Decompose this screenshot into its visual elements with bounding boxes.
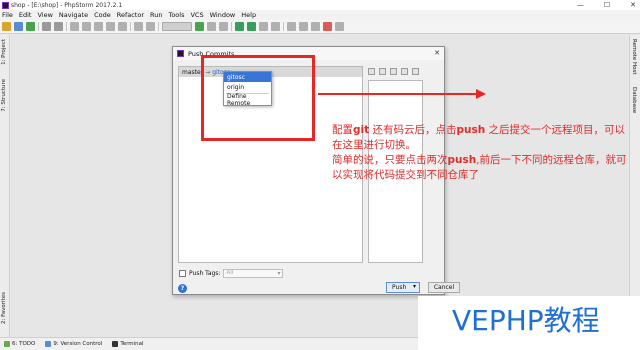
vcs-revert-icon[interactable] <box>271 22 280 31</box>
annotation-text-span: 配置 <box>332 124 353 136</box>
toolbar-separator <box>158 22 159 31</box>
push-dropdown-icon[interactable]: ▾ <box>413 283 416 290</box>
menu-tools[interactable]: Tools <box>168 11 184 19</box>
annotation-text-span: 还有码云后，点击 <box>369 124 457 136</box>
sync-icon[interactable] <box>26 22 35 31</box>
paste-icon[interactable] <box>94 22 103 31</box>
toolbar-separator <box>38 22 39 31</box>
tab-structure[interactable]: 7: Structure <box>1 79 7 112</box>
menu-window[interactable]: Window <box>210 11 236 19</box>
annotation-push-keyword: push <box>447 154 477 166</box>
window-title: shop - [E:\shop] - PhpStorm 2017.2.1 <box>11 1 123 9</box>
annotation-paragraph-2: 简单的说，只要点击两次push,前后一下不同的远程仓库，就可以实现将代码提交到不… <box>332 153 632 183</box>
menu-refactor[interactable]: Refactor <box>117 11 144 19</box>
edit-source-icon[interactable] <box>379 68 386 75</box>
changes-toolbar <box>368 66 438 77</box>
annotation-paragraph-1: 配置git 还有码云后，点击push 之后提交一个远程项目，可以在这里进行切换。 <box>332 123 632 153</box>
annotation-arrow-icon <box>318 89 486 99</box>
annotation-highlight-box <box>201 55 315 141</box>
annotation-text-span: 简单的说，只要点击两次 <box>332 154 448 166</box>
toolbar-separator <box>231 22 232 31</box>
collapse-all-icon[interactable] <box>412 68 419 75</box>
menu-navigate[interactable]: Navigate <box>59 11 88 19</box>
back-icon[interactable] <box>134 22 143 31</box>
run-config-select[interactable] <box>162 22 192 31</box>
tab-project[interactable]: 1: Project <box>1 39 7 65</box>
annotation-push-keyword: push <box>456 124 486 136</box>
push-tags-select[interactable]: All <box>223 268 284 278</box>
open-folder-icon[interactable] <box>2 22 11 31</box>
group-by-directory-icon[interactable] <box>390 68 397 75</box>
phpstorm-icon <box>2 1 9 9</box>
cut-icon[interactable] <box>70 22 79 31</box>
tab-database[interactable]: Database <box>631 87 637 113</box>
stop-icon[interactable] <box>219 22 228 31</box>
tab-todo[interactable]: 6: TODO <box>4 341 35 347</box>
project-structure-icon[interactable] <box>299 22 308 31</box>
copy-icon[interactable] <box>82 22 91 31</box>
terminal-icon <box>112 341 119 347</box>
replace-icon[interactable] <box>118 22 127 31</box>
vcs-commit-icon[interactable] <box>247 22 256 31</box>
tab-remote-host[interactable]: Remote Host <box>631 39 637 75</box>
show-diff-icon[interactable] <box>368 68 375 75</box>
annotation-text: 配置git 还有码云后，点击push 之后提交一个远程项目，可以在这里进行切换。… <box>332 123 632 183</box>
tab-version-control-label: 9: Version Control <box>53 341 103 347</box>
local-branch: master <box>182 68 204 76</box>
forward-icon[interactable] <box>146 22 155 31</box>
dialog-close-icon[interactable]: ✕ <box>434 49 440 57</box>
menu-edit[interactable]: Edit <box>19 11 32 19</box>
todo-icon <box>4 341 10 347</box>
push-tags-checkbox[interactable] <box>179 269 186 277</box>
left-tool-strip: 1: Project 7: Structure 2: Favorites <box>0 35 10 337</box>
menu-file[interactable]: File <box>2 11 13 19</box>
run-icon[interactable] <box>195 22 204 31</box>
menu-view[interactable]: View <box>37 11 52 19</box>
phpstorm-tool-icon[interactable] <box>323 22 332 31</box>
push-button[interactable]: Push ▾ <box>386 282 420 293</box>
menu-code[interactable]: Code <box>94 11 111 19</box>
vcs-update-icon[interactable] <box>235 22 244 31</box>
push-tags-label: Push Tags: <box>189 269 221 277</box>
terminal-toolbar-icon[interactable] <box>311 22 320 31</box>
tab-terminal[interactable]: Terminal <box>112 341 144 347</box>
tab-version-control[interactable]: 9: Version Control <box>45 341 102 347</box>
version-control-icon <box>45 341 52 347</box>
close-window-button[interactable]: ✕ <box>630 1 636 9</box>
minimize-button[interactable]: — <box>577 1 584 9</box>
maximize-button[interactable]: ☐ <box>604 1 610 9</box>
help-icon[interactable]: ? <box>178 284 187 293</box>
window-controls: — ☐ ✕ <box>577 0 636 10</box>
expand-all-icon[interactable] <box>401 68 408 75</box>
menu-help[interactable]: Help <box>241 11 256 19</box>
settings-icon[interactable] <box>287 22 296 31</box>
toolbar-separator <box>130 22 131 31</box>
debug-icon[interactable] <box>207 22 216 31</box>
find-icon[interactable] <box>106 22 115 31</box>
annotation-git-keyword: git <box>353 124 370 136</box>
toolbar-separator <box>66 22 67 31</box>
menu-vcs[interactable]: VCS <box>190 11 203 19</box>
watermark-logo: VEPHP教程 <box>452 304 600 337</box>
menu-run[interactable]: Run <box>150 11 162 19</box>
tab-terminal-label: Terminal <box>120 341 144 347</box>
push-button-label: Push <box>392 284 407 291</box>
push-tags-row: Push Tags: All <box>179 268 284 278</box>
cancel-button[interactable]: Cancel <box>428 282 460 293</box>
title-bar: shop - [E:\shop] - PhpStorm 2017.2.1 — ☐… <box>0 0 640 10</box>
main-toolbar <box>0 20 640 34</box>
right-tool-strip: Remote Host Database <box>629 35 640 337</box>
menu-bar: File Edit View Navigate Code Refactor Ru… <box>0 10 640 20</box>
vcs-history-icon[interactable] <box>259 22 268 31</box>
toolbar-separator <box>283 22 284 31</box>
redo-icon[interactable] <box>54 22 63 31</box>
tab-favorites[interactable]: 2: Favorites <box>1 292 7 324</box>
tab-todo-label: 6: TODO <box>12 341 36 347</box>
phpstorm-icon <box>177 50 184 57</box>
save-icon[interactable] <box>14 22 23 31</box>
help-toolbar-icon[interactable] <box>335 22 344 31</box>
undo-icon[interactable] <box>42 22 51 31</box>
